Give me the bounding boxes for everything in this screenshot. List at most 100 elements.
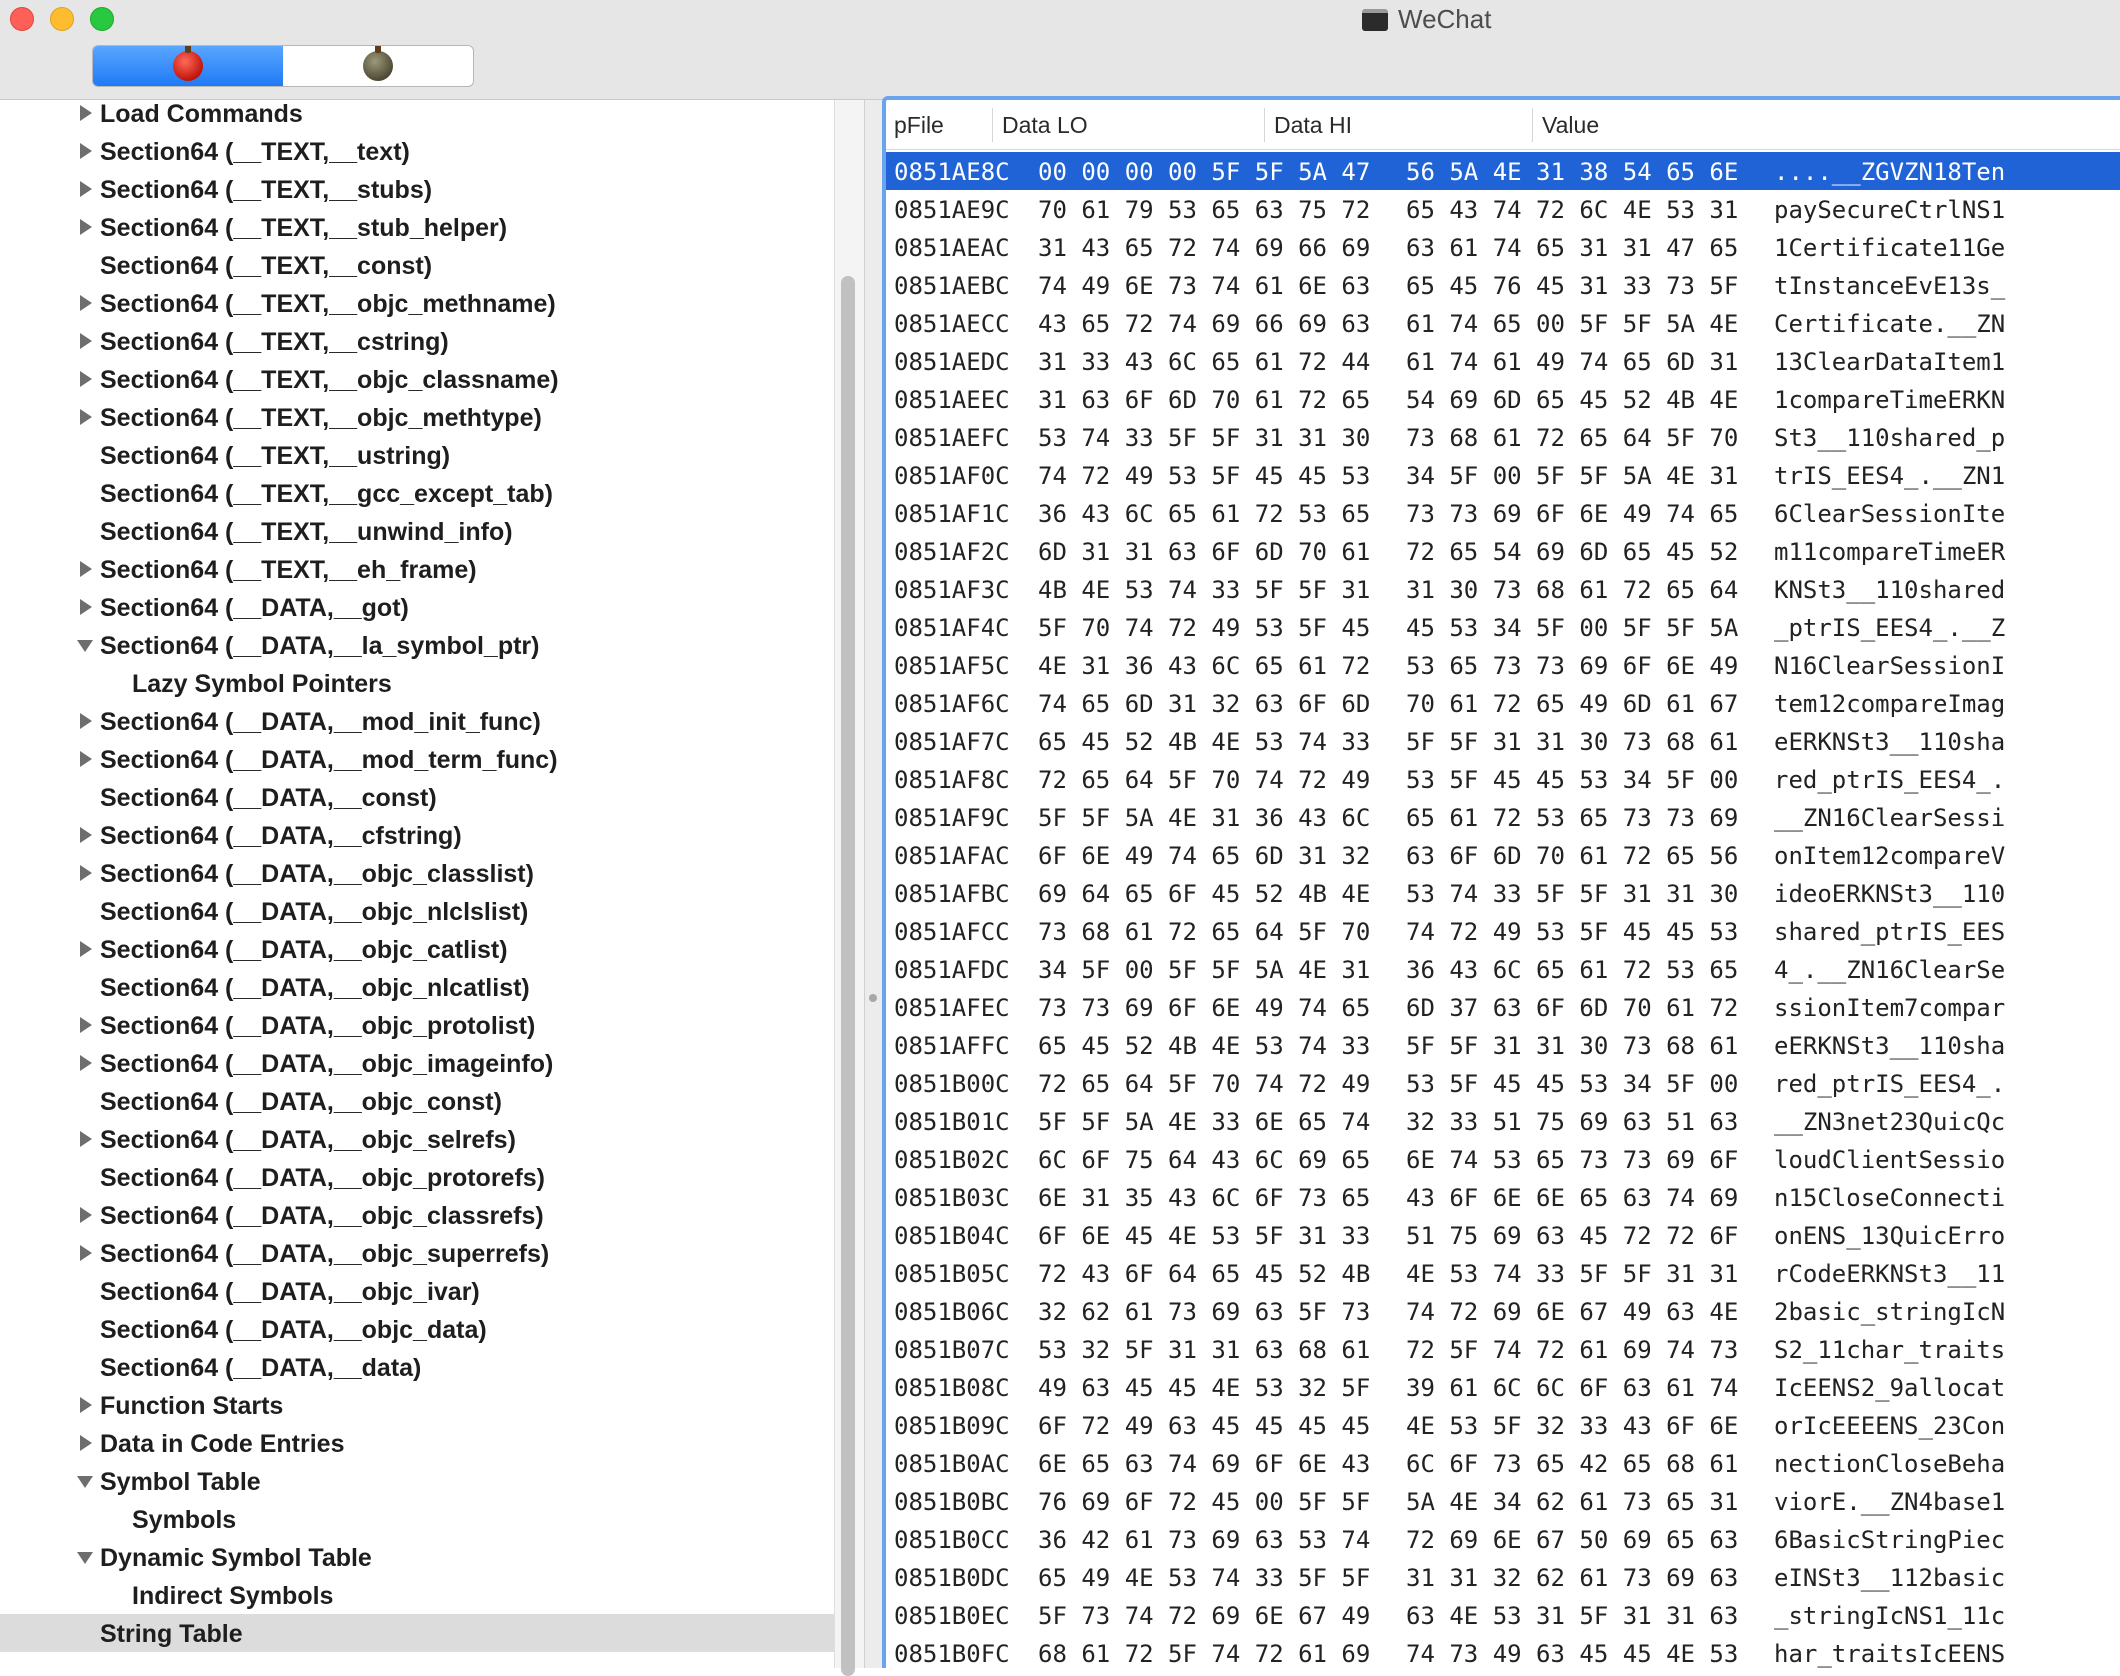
tree-item[interactable]: Section64 (__DATA,__objc_nlcatlist) bbox=[0, 968, 834, 1006]
disclosure-open-icon[interactable] bbox=[77, 1552, 93, 1564]
table-row[interactable]: 0851B07C 53 32 5F 31 31 63 68 61 72 5F 74 … bbox=[886, 1330, 2120, 1368]
tree-item[interactable]: Section64 (__DATA,__objc_superrefs) bbox=[0, 1234, 834, 1272]
tree-item[interactable]: Section64 (__DATA,__la_symbol_ptr) bbox=[0, 626, 834, 664]
tree-item[interactable]: Section64 (__DATA,__objc_nlclslist) bbox=[0, 892, 834, 930]
disclosure-closed-icon[interactable] bbox=[80, 181, 92, 197]
disclosure-closed-icon[interactable] bbox=[80, 143, 92, 159]
disclosure-closed-icon[interactable] bbox=[80, 295, 92, 311]
table-row[interactable]: 0851AFEC 73 73 69 6F 6E 49 74 65 6D 37 63 … bbox=[886, 988, 2120, 1026]
table-row[interactable]: 0851B0DC 65 49 4E 53 74 33 5F 5F 31 31 32 … bbox=[886, 1558, 2120, 1596]
tree-item[interactable]: Section64 (__TEXT,__eh_frame) bbox=[0, 550, 834, 588]
table-row[interactable]: 0851AF1C 36 43 6C 65 61 72 53 65 73 73 69 … bbox=[886, 494, 2120, 532]
tree-item[interactable]: Section64 (__DATA,__objc_classlist) bbox=[0, 854, 834, 892]
disclosure-closed-icon[interactable] bbox=[80, 371, 92, 387]
column-header-data-hi[interactable]: Data HI bbox=[1274, 112, 1352, 139]
close-window-button[interactable] bbox=[10, 7, 34, 31]
tree-item[interactable]: Section64 (__DATA,__objc_selrefs) bbox=[0, 1120, 834, 1158]
disclosure-open-icon[interactable] bbox=[77, 640, 93, 652]
tree-item[interactable]: Section64 (__TEXT,__text) bbox=[0, 132, 834, 170]
column-header-pfile[interactable]: pFile bbox=[894, 112, 944, 139]
table-row[interactable]: 0851AF5C 4E 31 36 43 6C 65 61 72 53 65 73 … bbox=[886, 646, 2120, 684]
column-header-value[interactable]: Value bbox=[1542, 112, 1599, 139]
outline-scrollbar-thumb[interactable] bbox=[841, 276, 855, 1676]
table-row[interactable]: 0851AFCC 73 68 61 72 65 64 5F 70 74 72 49 … bbox=[886, 912, 2120, 950]
disclosure-closed-icon[interactable] bbox=[80, 409, 92, 425]
disclosure-closed-icon[interactable] bbox=[80, 941, 92, 957]
column-header-data-lo[interactable]: Data LO bbox=[1002, 112, 1088, 139]
table-row[interactable]: 0851AFDC 34 5F 00 5F 5F 5A 4E 31 36 43 6C … bbox=[886, 950, 2120, 988]
tree-item[interactable]: Section64 (__DATA,__const) bbox=[0, 778, 834, 816]
disclosure-closed-icon[interactable] bbox=[80, 1245, 92, 1261]
tree-item[interactable]: Symbols bbox=[0, 1500, 834, 1538]
table-row[interactable]: 0851AEFC 53 74 33 5F 5F 31 31 30 73 68 61 … bbox=[886, 418, 2120, 456]
table-row[interactable]: 0851AEDC 31 33 43 6C 65 61 72 44 61 74 61 … bbox=[886, 342, 2120, 380]
table-row[interactable]: 0851AF0C 74 72 49 53 5F 45 45 53 34 5F 00 … bbox=[886, 456, 2120, 494]
table-row[interactable]: 0851AEBC 74 49 6E 73 74 61 6E 63 65 45 76 … bbox=[886, 266, 2120, 304]
tree-item[interactable]: Section64 (__DATA,__mod_init_func) bbox=[0, 702, 834, 740]
tree-item[interactable]: Section64 (__DATA,__objc_const) bbox=[0, 1082, 834, 1120]
table-row[interactable]: 0851B06C 32 62 61 73 69 63 5F 73 74 72 69 … bbox=[886, 1292, 2120, 1330]
table-row[interactable]: 0851AF7C 65 45 52 4B 4E 53 74 33 5F 5F 31 … bbox=[886, 722, 2120, 760]
table-row[interactable]: 0851B0CC 36 42 61 73 69 63 53 74 72 69 6E … bbox=[886, 1520, 2120, 1558]
tree-item[interactable]: Section64 (__DATA,__objc_catlist) bbox=[0, 930, 834, 968]
table-row[interactable]: 0851AF9C 5F 5F 5A 4E 31 36 43 6C 65 61 72 … bbox=[886, 798, 2120, 836]
table-row[interactable]: 0851B01C 5F 5F 5A 4E 33 6E 65 74 32 33 51 … bbox=[886, 1102, 2120, 1140]
disclosure-closed-icon[interactable] bbox=[80, 1017, 92, 1033]
disclosure-closed-icon[interactable] bbox=[80, 1131, 92, 1147]
tree-item[interactable]: Dynamic Symbol Table bbox=[0, 1538, 834, 1576]
disclosure-closed-icon[interactable] bbox=[80, 865, 92, 881]
tree-item[interactable]: Indirect Symbols bbox=[0, 1576, 834, 1614]
table-row[interactable]: 0851AEAC 31 43 65 72 74 69 66 69 63 61 74 … bbox=[886, 228, 2120, 266]
minimize-window-button[interactable] bbox=[50, 7, 74, 31]
tree-item[interactable]: Section64 (__DATA,__objc_protolist) bbox=[0, 1006, 834, 1044]
tree-item[interactable]: Section64 (__TEXT,__unwind_info) bbox=[0, 512, 834, 550]
table-row[interactable]: 0851B02C 6C 6F 75 64 43 6C 69 65 6E 74 53 … bbox=[886, 1140, 2120, 1178]
tree-item[interactable]: Section64 (__TEXT,__objc_methname) bbox=[0, 284, 834, 322]
table-row[interactable]: 0851AF6C 74 65 6D 31 32 63 6F 6D 70 61 72 … bbox=[886, 684, 2120, 722]
tree-item[interactable]: Section64 (__TEXT,__ustring) bbox=[0, 436, 834, 474]
disclosure-closed-icon[interactable] bbox=[80, 751, 92, 767]
tree-item[interactable]: Symbol Table bbox=[0, 1462, 834, 1500]
tree-item[interactable]: Section64 (__DATA,__objc_classrefs) bbox=[0, 1196, 834, 1234]
tree-item[interactable]: Section64 (__DATA,__got) bbox=[0, 588, 834, 626]
tree-item[interactable]: Section64 (__DATA,__objc_protorefs) bbox=[0, 1158, 834, 1196]
table-row[interactable]: 0851B09C 6F 72 49 63 45 45 45 45 4E 53 5F … bbox=[886, 1406, 2120, 1444]
table-row[interactable]: 0851AF8C 72 65 64 5F 70 74 72 49 53 5F 45 … bbox=[886, 760, 2120, 798]
pane-splitter[interactable] bbox=[864, 100, 882, 1668]
table-row[interactable]: 0851AFBC 69 64 65 6F 45 52 4B 4E 53 74 33 … bbox=[886, 874, 2120, 912]
table-row[interactable]: 0851B05C 72 43 6F 64 65 45 52 4B 4E 53 74 … bbox=[886, 1254, 2120, 1292]
disclosure-closed-icon[interactable] bbox=[80, 713, 92, 729]
tree-item[interactable]: Section64 (__TEXT,__objc_methtype) bbox=[0, 398, 834, 436]
tree-item[interactable]: Section64 (__TEXT,__stubs) bbox=[0, 170, 834, 208]
tree-item[interactable]: Section64 (__TEXT,__gcc_except_tab) bbox=[0, 474, 834, 512]
table-row[interactable]: 0851B03C 6E 31 35 43 6C 6F 73 65 43 6F 6E … bbox=[886, 1178, 2120, 1216]
disclosure-closed-icon[interactable] bbox=[80, 561, 92, 577]
table-row[interactable]: 0851B08C 49 63 45 45 4E 53 32 5F 39 61 6C … bbox=[886, 1368, 2120, 1406]
table-row[interactable]: 0851B0FC 68 61 72 5F 74 72 61 69 74 73 49 … bbox=[886, 1634, 2120, 1668]
table-row[interactable]: 0851B00C 72 65 64 5F 70 74 72 49 53 5F 45 … bbox=[886, 1064, 2120, 1102]
tree-item[interactable]: Section64 (__TEXT,__const) bbox=[0, 246, 834, 284]
outline-scrollbar[interactable] bbox=[834, 100, 864, 1676]
table-row[interactable]: 0851AF3C 4B 4E 53 74 33 5F 5F 31 31 30 73 … bbox=[886, 570, 2120, 608]
tree-item[interactable]: Section64 (__DATA,__objc_ivar) bbox=[0, 1272, 834, 1310]
rva-view-segment[interactable] bbox=[283, 46, 473, 86]
table-row[interactable]: 0851AEEC 31 63 6F 6D 70 61 72 65 54 69 6D … bbox=[886, 380, 2120, 418]
table-row[interactable]: 0851B0BC 76 69 6F 72 45 00 5F 5F 5A 4E 34 … bbox=[886, 1482, 2120, 1520]
tree-item[interactable]: Lazy Symbol Pointers bbox=[0, 664, 834, 702]
disclosure-closed-icon[interactable] bbox=[80, 105, 92, 121]
table-row[interactable]: 0851AE8C 00 00 00 00 5F 5F 5A 47 56 5A 4E … bbox=[886, 152, 2120, 190]
table-row[interactable]: 0851B04C 6F 6E 45 4E 53 5F 31 33 51 75 69 … bbox=[886, 1216, 2120, 1254]
tree-item[interactable]: String Table bbox=[0, 1614, 834, 1652]
table-row[interactable]: 0851AFFC 65 45 52 4B 4E 53 74 33 5F 5F 31 … bbox=[886, 1026, 2120, 1064]
tree-item[interactable]: Load Commands bbox=[0, 100, 834, 132]
disclosure-open-icon[interactable] bbox=[77, 1476, 93, 1488]
table-row[interactable]: 0851AF4C 5F 70 74 72 49 53 5F 45 45 53 34 … bbox=[886, 608, 2120, 646]
tree-item[interactable]: Section64 (__DATA,__objc_imageinfo) bbox=[0, 1044, 834, 1082]
disclosure-closed-icon[interactable] bbox=[80, 1055, 92, 1071]
table-row[interactable]: 0851AE9C 70 61 79 53 65 63 75 72 65 43 74 … bbox=[886, 190, 2120, 228]
raw-view-segment[interactable] bbox=[93, 46, 283, 86]
tree-item[interactable]: Section64 (__DATA,__objc_data) bbox=[0, 1310, 834, 1348]
table-row[interactable]: 0851AFAC 6F 6E 49 74 65 6D 31 32 63 6F 6D … bbox=[886, 836, 2120, 874]
tree-item[interactable]: Section64 (__DATA,__data) bbox=[0, 1348, 834, 1386]
table-row[interactable]: 0851AECC 43 65 72 74 69 66 69 63 61 74 65 … bbox=[886, 304, 2120, 342]
